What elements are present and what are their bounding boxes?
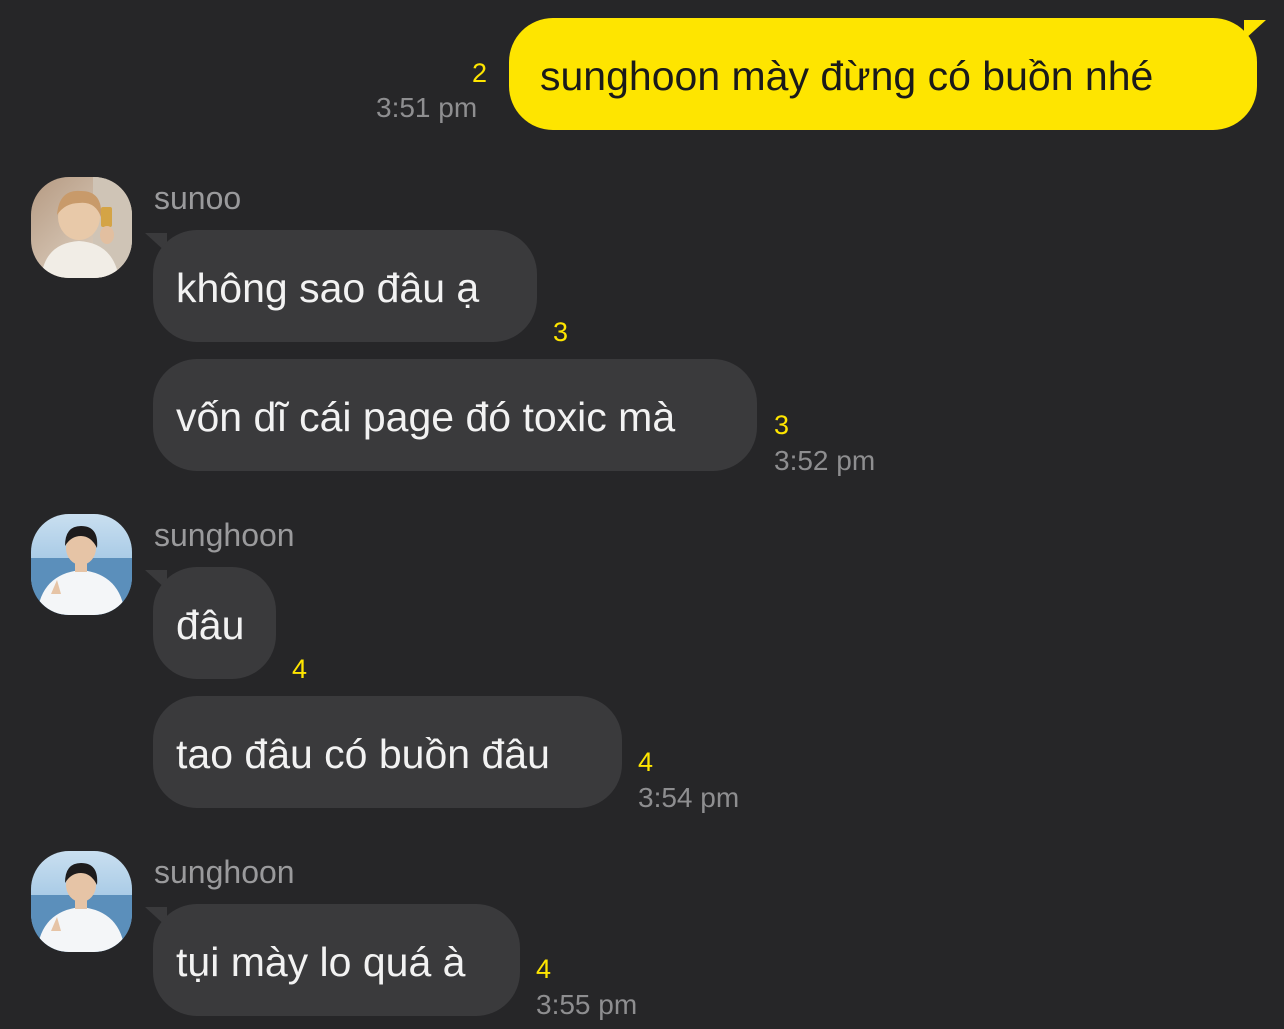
unread-count: 2 [472,58,488,88]
avatar-sunghoon[interactable] [31,851,132,952]
message-text: vốn dĩ cái page đó toxic mà [176,394,676,440]
message-text: tụi mày lo quá à [176,939,466,985]
sender-name: sunghoon [154,517,295,553]
unread-count: 4 [292,654,308,684]
avatar-sunghoon[interactable] [31,514,132,615]
message-text: sunghoon mày đừng có buồn nhé [540,53,1154,99]
profile-photo-icon [31,851,132,952]
message-timestamp: 3:51 pm [376,92,478,123]
incoming-message-bubble[interactable]: vốn dĩ cái page đó toxic mà [153,359,757,471]
message-text: tao đâu có buồn đâu [176,731,550,777]
message-timestamp: 3:52 pm [774,445,876,476]
incoming-message-bubble[interactable]: tao đâu có buồn đâu [153,696,622,808]
profile-photo-icon [31,177,132,278]
message-text: không sao đâu ạ [176,265,480,311]
incoming-message-bubble[interactable]: tụi mày lo quá à [153,904,520,1016]
bubble-tail [1244,20,1266,40]
message-timestamp: 3:54 pm [638,782,740,813]
unread-count: 3 [553,317,569,347]
profile-photo-icon [31,514,132,615]
outgoing-message-bubble[interactable]: sunghoon mày đừng có buồn nhé [509,18,1257,130]
unread-count: 3 [774,410,790,440]
unread-count: 4 [638,747,654,777]
avatar-sunoo[interactable] [31,177,132,278]
sender-name: sunghoon [154,854,295,890]
incoming-message-bubble[interactable]: không sao đâu ạ [153,230,537,342]
incoming-message-bubble[interactable]: đâu [153,567,276,679]
sender-name: sunoo [154,180,242,216]
message-text: đâu [176,602,245,648]
message-timestamp: 3:55 pm [536,989,638,1020]
unread-count: 4 [536,954,552,984]
